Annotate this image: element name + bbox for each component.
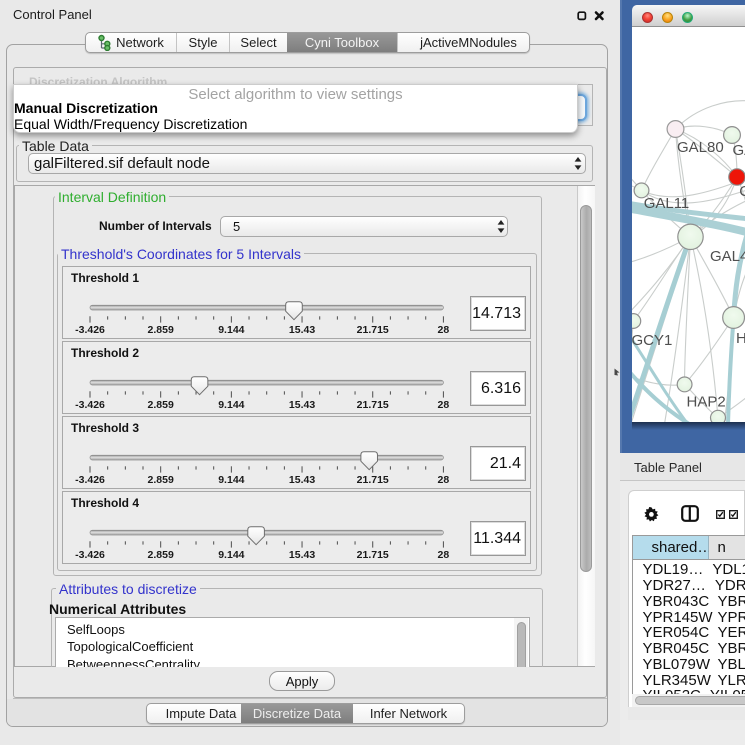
svg-text:21.715: 21.715 (357, 549, 389, 561)
svg-text:HAP2: HAP2 (687, 394, 726, 411)
svg-text:CDC6: CDC6 (739, 183, 745, 200)
svg-text:28: 28 (438, 474, 450, 486)
svg-text:-3.426: -3.426 (75, 324, 105, 336)
svg-text:28: 28 (438, 399, 450, 411)
svg-text:GAL4: GAL4 (710, 248, 745, 265)
svg-text:28: 28 (438, 549, 450, 561)
svg-text:-3.426: -3.426 (75, 474, 105, 486)
svg-text:9.144: 9.144 (218, 324, 244, 336)
svg-text:HAP1: HAP1 (736, 330, 745, 347)
svg-text:15.43: 15.43 (289, 549, 315, 561)
svg-text:9.144: 9.144 (218, 474, 244, 486)
svg-text:15.43: 15.43 (289, 474, 315, 486)
svg-text:9.144: 9.144 (218, 549, 244, 561)
svg-text:2.859: 2.859 (148, 399, 174, 411)
svg-text:15.43: 15.43 (289, 399, 315, 411)
svg-text:-3.426: -3.426 (75, 549, 105, 561)
svg-text:21.715: 21.715 (357, 474, 389, 486)
svg-text:GCY1: GCY1 (632, 332, 672, 349)
svg-text:GAL80: GAL80 (677, 139, 724, 156)
svg-text:9.144: 9.144 (218, 399, 244, 411)
svg-text:-3.426: -3.426 (75, 399, 105, 411)
svg-text:28: 28 (438, 324, 450, 336)
svg-text:15.43: 15.43 (289, 324, 315, 336)
svg-text:GAL11: GAL11 (644, 195, 690, 212)
svg-text:2.859: 2.859 (148, 474, 174, 486)
svg-text:21.715: 21.715 (357, 399, 389, 411)
svg-text:21.715: 21.715 (357, 324, 389, 336)
svg-text:2.859: 2.859 (148, 549, 174, 561)
svg-text:GAL3: GAL3 (733, 142, 745, 159)
svg-text:2.859: 2.859 (148, 324, 174, 336)
